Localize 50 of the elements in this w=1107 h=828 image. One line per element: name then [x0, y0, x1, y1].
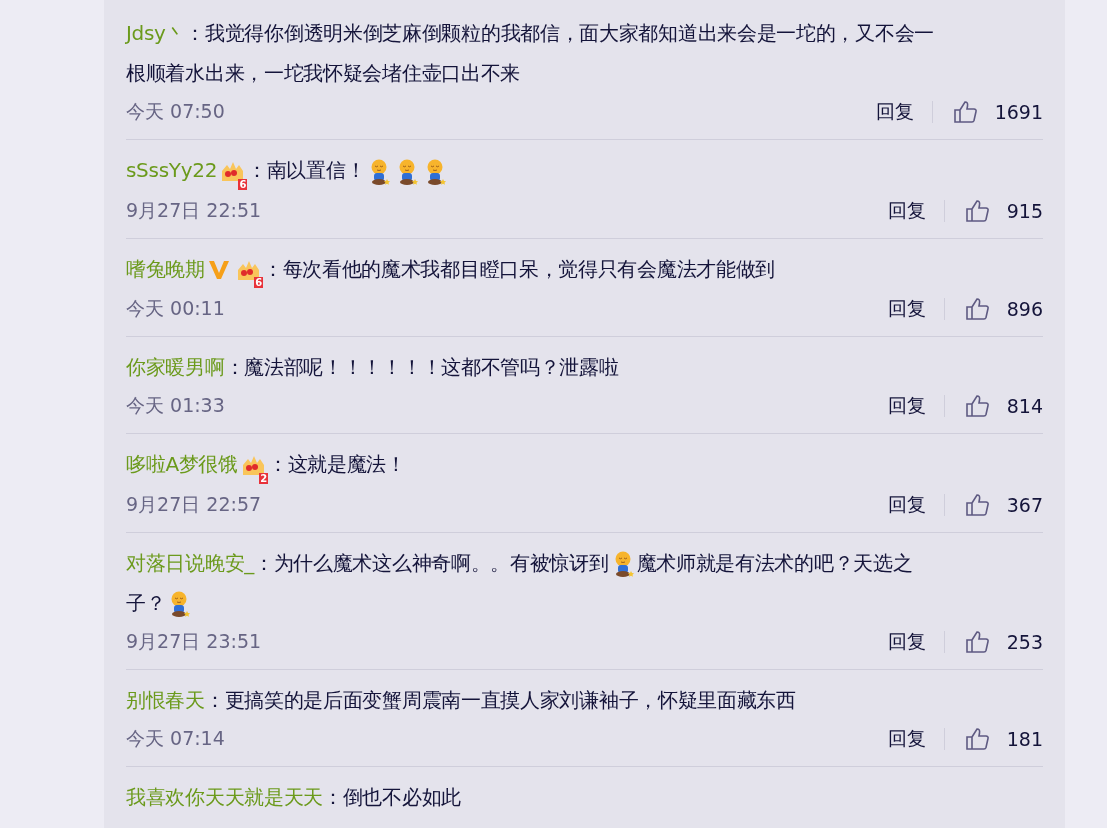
user-name[interactable]: 哆啦A梦很饿: [126, 452, 238, 476]
comment-text: ：这就是魔法！: [267, 452, 406, 476]
like-count: 181: [1006, 727, 1043, 750]
thumbs-up-icon: [964, 628, 991, 655]
comment-text: ：南以置信！: [247, 158, 366, 182]
user-name[interactable]: Jdsy丶: [126, 21, 186, 45]
comment-text: 根顺着水出来，一坨我怀疑会堵住壶口出不来: [126, 61, 520, 85]
v-badge-icon: [206, 258, 231, 282]
comment-time: 今天 01:33: [126, 393, 225, 418]
comment-time: 今天 07:14: [126, 725, 225, 751]
user-name[interactable]: 嗜兔晚期: [126, 256, 205, 281]
comment-text: 魔术师就是有法术的吧？天选之: [636, 550, 913, 575]
level-badge: 6: [254, 277, 263, 288]
like-count: 814: [1006, 395, 1043, 417]
reply-link[interactable]: 回复: [887, 197, 926, 224]
reply-link[interactable]: 回复: [887, 296, 926, 322]
user-name[interactable]: 你家暖男啊: [126, 355, 225, 379]
level-badge: 6: [238, 178, 248, 190]
like-count: 915: [1006, 199, 1043, 222]
reply-link[interactable]: 回复: [887, 725, 926, 752]
reply-link[interactable]: 回复: [887, 393, 926, 419]
user-name[interactable]: 对落日说晚安_: [126, 550, 254, 575]
reply-link[interactable]: 回复: [887, 491, 926, 518]
reply-link[interactable]: 回复: [875, 99, 914, 125]
comment-text: 子？: [126, 590, 166, 615]
thumbs-up-icon: [952, 99, 979, 125]
thumbs-up-icon: [964, 491, 991, 518]
user-name[interactable]: 别恨春天: [126, 687, 205, 712]
comment-time: 9月27日 22:57: [126, 491, 262, 517]
comment-text: ：我觉得你倒透明米倒芝麻倒颗粒的我都信，面大家都知道出来会是一坨的，又不会一: [185, 21, 934, 45]
comment-text: ：更搞笑的是后面变蟹周震南一直摸人家刘谦袖子，怀疑里面藏东西: [204, 687, 796, 712]
comment-time: 今天 07:50: [126, 99, 225, 124]
like-count: 1691: [994, 101, 1043, 123]
thumbs-up-icon: [964, 725, 991, 752]
like-count: 367: [1006, 493, 1043, 516]
user-name[interactable]: sSssYy22: [126, 158, 218, 182]
thumbs-up-icon: [964, 393, 991, 419]
comment-text: ：倒也不必如此: [323, 784, 461, 809]
level-badge: 2: [259, 472, 268, 484]
comment-time: 9月27日 22:51: [126, 197, 262, 223]
comment-text: ：每次看他的魔术我都目瞪口呆，觉得只有会魔法才能做到: [262, 256, 775, 281]
thumbs-up-icon: [964, 197, 991, 224]
comment-text: ：魔法部呢！！！！！！这都不管吗？泄露啦: [224, 355, 619, 379]
thumbs-up-icon: [964, 296, 991, 322]
comment-time: 9月27日 23:51: [126, 628, 262, 654]
comment-time: 今天 00:11: [126, 296, 225, 321]
user-name[interactable]: 我喜欢你天天就是天天: [126, 784, 323, 809]
like-count: 253: [1006, 630, 1043, 653]
like-count: 896: [1006, 298, 1043, 320]
reply-link[interactable]: 回复: [887, 628, 926, 655]
